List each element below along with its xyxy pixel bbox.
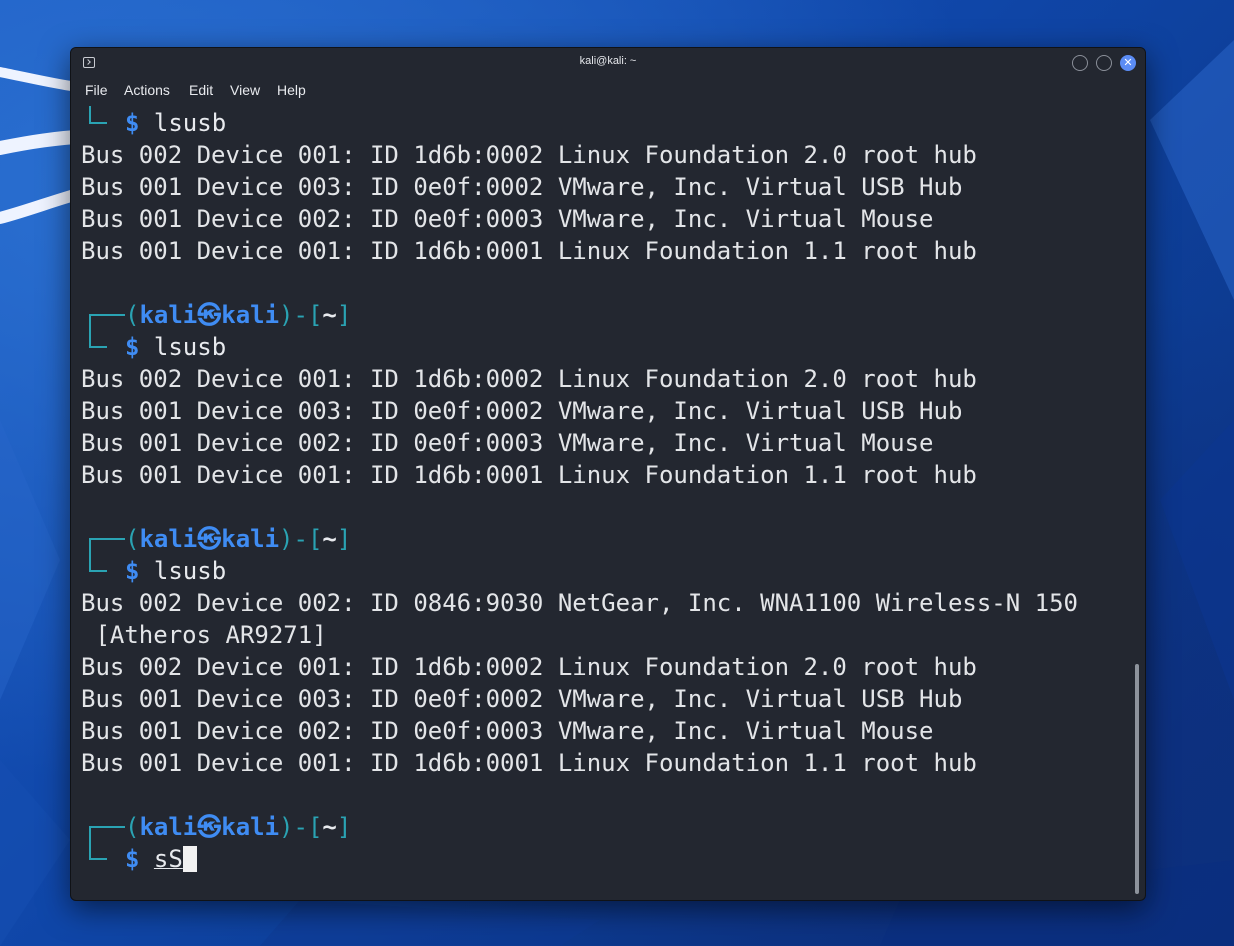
output-line: Bus 002 Device 001: ID 1d6b:0002 Linux F… [81, 141, 977, 169]
output-line: Bus 001 Device 001: ID 1d6b:0001 Linux F… [81, 461, 977, 489]
prompt-line: (kali㉿kali)-[~] [81, 299, 1078, 332]
close-icon: ✕ [1123, 56, 1133, 69]
prompt-dollar: $ [125, 333, 140, 361]
command-line: $ lsusb [81, 330, 1078, 363]
prompt-cwd: ~ [322, 525, 337, 553]
terminal-window[interactable]: kali@kali: ~ ✕ File Actions Edit View He… [70, 47, 1146, 901]
vertical-scrollbar[interactable] [1135, 664, 1139, 894]
active-command-line[interactable]: $ sS [81, 842, 1078, 875]
prompt-dollar: $ [125, 557, 140, 585]
output-line: Bus 001 Device 003: ID 0e0f:0002 VMware,… [81, 397, 963, 425]
prompt-dollar: $ [125, 109, 140, 137]
output-line: Bus 001 Device 002: ID 0e0f:0003 VMware,… [81, 717, 934, 745]
command-line: $ lsusb [81, 554, 1078, 587]
output-line: [Atheros AR9271] [81, 621, 327, 649]
command-text: lsusb [153, 109, 227, 137]
output-line: Bus 002 Device 001: ID 1d6b:0002 Linux F… [81, 365, 977, 393]
output-line: Bus 002 Device 002: ID 0846:9030 NetGear… [81, 589, 1078, 617]
output-line: Bus 001 Device 003: ID 0e0f:0002 VMware,… [81, 685, 963, 713]
output-line: Bus 002 Device 001: ID 1d6b:0002 Linux F… [81, 653, 977, 681]
text-cursor [182, 846, 197, 872]
kali-skull-icon: ㉿ [197, 301, 222, 329]
close-button[interactable]: ✕ [1120, 55, 1136, 71]
terminal-output-area[interactable]: $ lsusb Bus 002 Device 001: ID 1d6b:0002… [71, 102, 1131, 898]
prompt-user: kali [139, 525, 198, 553]
menu-bar: File Actions Edit View Help [71, 78, 1145, 102]
prompt-host: kali [221, 813, 280, 841]
prompt-user: kali [139, 301, 198, 329]
command-text: lsusb [153, 557, 227, 585]
command-text: lsusb [153, 333, 227, 361]
minimize-button[interactable] [1072, 55, 1088, 71]
menu-edit[interactable]: Edit [189, 82, 213, 98]
kali-skull-icon: ㉿ [197, 525, 222, 553]
prompt-line: (kali㉿kali)-[~] [81, 523, 1078, 556]
kali-skull-icon: ㉿ [197, 813, 222, 841]
prompt-cwd: ~ [322, 813, 337, 841]
output-line: Bus 001 Device 001: ID 1d6b:0001 Linux F… [81, 237, 977, 265]
output-line: Bus 001 Device 002: ID 0e0f:0003 VMware,… [81, 429, 934, 457]
title-bar[interactable]: kali@kali: ~ ✕ [71, 48, 1145, 78]
prompt-user: kali [139, 813, 198, 841]
menu-actions[interactable]: Actions [124, 82, 170, 98]
window-title: kali@kali: ~ [579, 55, 637, 67]
prompt-host: kali [221, 525, 280, 553]
prompt-line: (kali㉿kali)-[~] [81, 811, 1078, 844]
menu-file[interactable]: File [85, 82, 108, 98]
menu-view[interactable]: View [230, 82, 260, 98]
current-input[interactable]: sS [154, 845, 183, 873]
output-line: Bus 001 Device 002: ID 0e0f:0003 VMware,… [81, 205, 934, 233]
prompt-cwd: ~ [322, 301, 337, 329]
prompt-dollar: $ [125, 845, 140, 873]
output-line: Bus 001 Device 001: ID 1d6b:0001 Linux F… [81, 749, 977, 777]
maximize-button[interactable] [1096, 55, 1112, 71]
output-line: Bus 001 Device 003: ID 0e0f:0002 VMware,… [81, 173, 963, 201]
menu-help[interactable]: Help [277, 82, 306, 98]
command-line: $ lsusb [81, 106, 1078, 139]
prompt-host: kali [221, 301, 280, 329]
